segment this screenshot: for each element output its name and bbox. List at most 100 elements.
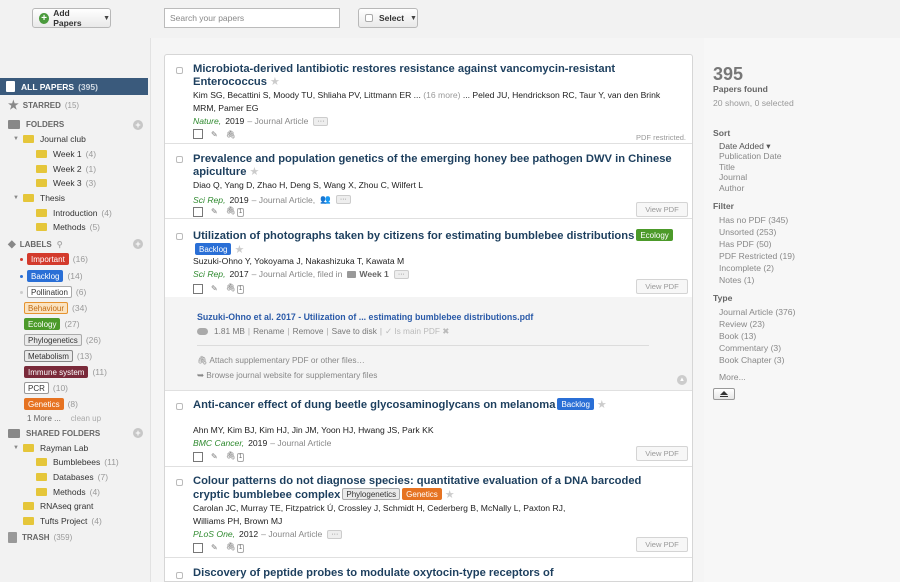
tag-genetics[interactable]: Genetics bbox=[402, 488, 442, 500]
paper-title[interactable]: Utilization of photographs taken by citi… bbox=[193, 229, 673, 257]
sidebar-item-week-2[interactable]: Week 2 (1) bbox=[36, 162, 96, 176]
clean-up-link[interactable]: clean up bbox=[71, 414, 101, 423]
type-book-chapter[interactable]: Book Chapter (3) bbox=[719, 355, 784, 365]
sidebar-item-journal-club[interactable]: ▼ Journal club bbox=[13, 132, 86, 146]
view-pdf-button[interactable]: View PDF bbox=[636, 202, 688, 217]
paper-row[interactable]: Prevalence and population genetics of th… bbox=[165, 144, 692, 219]
type-commentary[interactable]: Commentary (3) bbox=[719, 343, 781, 353]
paper-title[interactable]: Prevalence and population genetics of th… bbox=[193, 153, 673, 179]
attach-supplementary-link[interactable]: 🖇 Attach supplementary PDF or other file… bbox=[197, 355, 365, 366]
notes-icon[interactable] bbox=[193, 542, 203, 553]
add-papers-button[interactable]: + Add Papers ▼ bbox=[32, 8, 111, 28]
type-journal-article[interactable]: Journal Article (376) bbox=[719, 307, 795, 317]
label-pollination[interactable]: Pollination (6) bbox=[20, 285, 86, 299]
label-phylogenetics[interactable]: Phylogenetics (26) bbox=[24, 333, 101, 347]
tag-backlog[interactable]: Backlog bbox=[195, 243, 232, 255]
pencil-icon[interactable]: ✎ bbox=[211, 130, 218, 139]
type-review[interactable]: Review (23) bbox=[719, 319, 765, 329]
filter-has-no-pdf[interactable]: Has no PDF (345) bbox=[719, 215, 788, 225]
paper-checkbox[interactable] bbox=[176, 67, 183, 74]
paper-title[interactable]: Microbiota-derived lantibiotic restores … bbox=[193, 63, 673, 89]
sort-publication-date[interactable]: Publication Date bbox=[719, 151, 782, 161]
notes-icon[interactable] bbox=[193, 206, 203, 217]
sidebar-item-week-3[interactable]: Week 3 (3) bbox=[36, 176, 96, 190]
label-metabolism[interactable]: Metabolism (13) bbox=[24, 349, 92, 363]
pdf-file-link[interactable]: Suzuki-Ohno et al. 2017 - Utilization of… bbox=[197, 312, 533, 322]
label-ecology[interactable]: Ecology (27) bbox=[24, 317, 80, 331]
collapse-icon[interactable]: ▲ bbox=[677, 375, 687, 385]
select-button[interactable]: Select ▼ bbox=[358, 8, 418, 28]
star-icon[interactable]: ★ bbox=[597, 399, 607, 411]
tag-ecology[interactable]: Ecology bbox=[636, 229, 673, 241]
paper-row[interactable]: Anti-cancer effect of dung beetle glycos… bbox=[165, 391, 692, 467]
save-to-disk-link[interactable]: Save to disk bbox=[332, 326, 377, 336]
paperclip-icon[interactable]: 🖇 1 bbox=[226, 542, 245, 553]
paper-checkbox[interactable] bbox=[176, 233, 183, 240]
browse-journal-link[interactable]: ➥ Browse journal website for supplementa… bbox=[197, 370, 377, 380]
notes-icon[interactable] bbox=[193, 129, 203, 139]
paper-row[interactable]: Utilization of photographs taken by citi… bbox=[165, 219, 692, 297]
more-icon[interactable]: ··· bbox=[327, 529, 343, 539]
add-shared-folder-icon[interactable]: + bbox=[133, 428, 143, 438]
filter-notes[interactable]: Notes (1) bbox=[719, 275, 754, 285]
add-folder-icon[interactable]: + bbox=[133, 120, 143, 130]
tag-backlog[interactable]: Backlog bbox=[557, 398, 594, 410]
sidebar-section-folders[interactable]: FOLDERS bbox=[8, 117, 64, 131]
sort-author[interactable]: Author bbox=[719, 183, 744, 193]
search-icon[interactable]: ⚲ bbox=[57, 240, 63, 249]
rename-link[interactable]: Rename bbox=[253, 326, 284, 336]
paperclip-icon[interactable]: 🖇 1 bbox=[226, 451, 245, 462]
label-genetics[interactable]: Genetics (8) bbox=[24, 397, 78, 411]
add-label-icon[interactable]: + bbox=[133, 239, 143, 249]
paper-checkbox[interactable] bbox=[176, 403, 183, 410]
star-icon[interactable]: ★ bbox=[270, 76, 280, 88]
star-icon[interactable]: ★ bbox=[249, 166, 259, 178]
filter-unsorted[interactable]: Unsorted (253) bbox=[719, 227, 776, 237]
sort-journal[interactable]: Journal bbox=[719, 172, 747, 182]
is-main-pdf-link[interactable]: ✓ Is main PDF ✖ bbox=[385, 326, 449, 336]
eject-button[interactable] bbox=[713, 388, 735, 400]
paper-checkbox[interactable] bbox=[176, 156, 183, 163]
paperclip-icon[interactable]: 🖇 1 bbox=[226, 283, 245, 294]
pencil-icon[interactable]: ✎ bbox=[211, 284, 218, 293]
sidebar-item-all-papers[interactable]: ALL PAPERS (395) bbox=[0, 78, 148, 95]
paperclip-icon[interactable]: 🖇 bbox=[226, 130, 236, 139]
more-authors-link[interactable]: (16 more) bbox=[423, 90, 460, 100]
sort-title[interactable]: Title bbox=[719, 162, 735, 172]
label-backlog[interactable]: Backlog (14) bbox=[20, 269, 83, 283]
filter-incomplete[interactable]: Incomplete (2) bbox=[719, 263, 774, 273]
view-pdf-button[interactable]: View PDF bbox=[636, 279, 688, 294]
sidebar-item-week-1[interactable]: Week 1 (4) bbox=[36, 147, 96, 161]
filter-pdf-restricted[interactable]: PDF Restricted (19) bbox=[719, 251, 795, 261]
sidebar-item-bumblebees[interactable]: Bumblebees (11) bbox=[36, 455, 119, 469]
paper-title[interactable]: Colour patterns do not diagnose species:… bbox=[193, 475, 673, 502]
pencil-icon[interactable]: ✎ bbox=[211, 543, 218, 552]
more-icon[interactable]: ··· bbox=[393, 269, 409, 279]
label-pcr[interactable]: PCR (10) bbox=[24, 381, 68, 395]
pencil-icon[interactable]: ✎ bbox=[211, 207, 218, 216]
notes-icon[interactable] bbox=[193, 283, 203, 294]
sidebar-item-rnaseq-grant[interactable]: RNAseq grant bbox=[23, 499, 93, 513]
tag-phylogenetics[interactable]: Phylogenetics bbox=[342, 488, 401, 500]
sidebar-item-tufts-project[interactable]: Tufts Project (4) bbox=[23, 514, 102, 528]
sidebar-item-shared-methods[interactable]: Methods (4) bbox=[36, 485, 100, 499]
view-pdf-button[interactable]: View PDF bbox=[636, 446, 688, 461]
more-icon[interactable]: ··· bbox=[313, 116, 329, 126]
view-pdf-button[interactable]: View PDF bbox=[636, 537, 688, 552]
paper-checkbox[interactable] bbox=[176, 572, 183, 579]
remove-link[interactable]: Remove bbox=[293, 326, 324, 336]
sidebar-item-starred[interactable]: ★ STARRED (15) bbox=[8, 98, 79, 112]
sidebar-section-labels[interactable]: ◆ LABELS ⚲ bbox=[8, 237, 63, 251]
pencil-icon[interactable]: ✎ bbox=[211, 452, 218, 461]
paperclip-icon[interactable]: 🖇 1 bbox=[226, 206, 245, 217]
type-book[interactable]: Book (13) bbox=[719, 331, 756, 341]
folder-link[interactable]: Week 1 bbox=[359, 269, 388, 279]
more-types-link[interactable]: More... bbox=[719, 372, 746, 382]
paper-title[interactable]: Discovery of peptide probes to modulate … bbox=[193, 567, 673, 580]
sidebar-section-shared[interactable]: SHARED FOLDERS bbox=[8, 426, 100, 440]
more-labels-link[interactable]: 1 More ... bbox=[27, 414, 61, 423]
sidebar-item-rayman-lab[interactable]: ▼ Rayman Lab bbox=[13, 441, 88, 455]
more-icon[interactable]: ··· bbox=[335, 195, 351, 204]
notes-icon[interactable] bbox=[193, 451, 203, 462]
paper-title[interactable]: Anti-cancer effect of dung beetle glycos… bbox=[193, 398, 673, 412]
